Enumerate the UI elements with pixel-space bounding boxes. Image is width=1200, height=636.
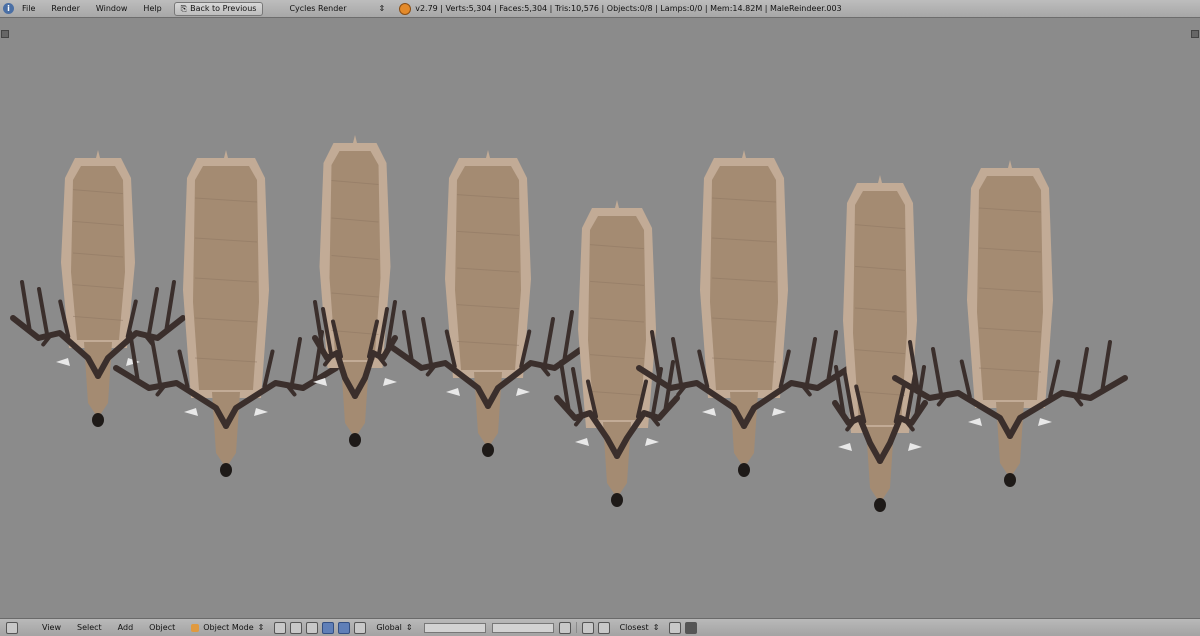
mode-label: Object Mode <box>203 623 254 632</box>
menu-object[interactable]: Object <box>141 619 183 636</box>
area-split-handle-right[interactable] <box>1191 30 1199 38</box>
reindeer-model <box>390 150 586 457</box>
snap-target-dropdown[interactable]: Closest ⇕ <box>612 623 668 632</box>
snap-target-label: Closest <box>619 623 649 632</box>
info-editor-icon[interactable]: i <box>3 3 14 14</box>
menu-window[interactable]: Window <box>88 0 136 17</box>
render-engine-label: Cycles Render <box>289 4 347 13</box>
3d-viewport[interactable] <box>0 18 1200 618</box>
shading-icon[interactable] <box>274 621 287 634</box>
reindeer-model <box>892 160 1128 487</box>
separator <box>575 622 577 633</box>
back-to-previous-button[interactable]: ⎘ Back to Previous <box>173 1 264 16</box>
render-engine-dropdown[interactable]: Cycles Render ⇕ <box>281 4 393 13</box>
lock-layers-icon[interactable] <box>558 621 571 634</box>
manipulator-toggle-icon[interactable] <box>306 621 319 634</box>
snap-toggle-icon[interactable] <box>597 621 610 634</box>
layers-selector-2[interactable] <box>491 622 554 633</box>
opengl-render-icon[interactable] <box>669 621 682 634</box>
chevron-updown-icon: ⇕ <box>378 4 386 13</box>
chevron-updown-icon: ⇕ <box>257 623 265 632</box>
editor-type-icon[interactable] <box>6 621 18 634</box>
object-mode-icon <box>191 623 200 632</box>
info-header: i File Render Window Help ⎘ Back to Prev… <box>0 0 1200 18</box>
translate-manipulator-icon[interactable] <box>322 621 335 634</box>
menu-view[interactable]: View <box>34 619 69 636</box>
orientation-dropdown[interactable]: Global ⇕ <box>368 623 420 632</box>
reindeer-model <box>113 150 339 477</box>
orientation-label: Global <box>376 623 402 632</box>
reindeer-model <box>636 150 852 477</box>
area-split-handle-left[interactable] <box>1 30 9 38</box>
chevron-updown-icon: ⇕ <box>405 623 413 632</box>
proportional-edit-icon[interactable] <box>581 621 594 634</box>
viewport-scene <box>10 135 1128 512</box>
menu-file[interactable]: File <box>14 0 43 17</box>
layers-selector[interactable] <box>423 622 486 633</box>
menu-render[interactable]: Render <box>43 0 87 17</box>
menu-add[interactable]: Add <box>110 619 142 636</box>
menu-select[interactable]: Select <box>69 619 110 636</box>
blender-logo-icon <box>399 2 412 15</box>
back-icon: ⎘ <box>180 3 188 13</box>
scale-manipulator-icon[interactable] <box>354 621 367 634</box>
chevron-updown-icon: ⇕ <box>652 623 660 632</box>
opengl-render-animation-icon[interactable] <box>685 621 698 634</box>
back-to-previous-label: Back to Previous <box>190 3 257 13</box>
pivot-icon[interactable] <box>290 621 303 634</box>
mode-dropdown[interactable]: Object Mode ⇕ <box>183 623 272 632</box>
rotate-manipulator-icon[interactable] <box>338 621 351 634</box>
scene-stats: v2.79 | Verts:5,304 | Faces:5,304 | Tris… <box>415 4 842 13</box>
menu-help[interactable]: Help <box>135 0 169 17</box>
view3d-header: View Select Add Object Object Mode ⇕ Glo… <box>0 618 1200 636</box>
reindeer-model <box>312 135 398 447</box>
